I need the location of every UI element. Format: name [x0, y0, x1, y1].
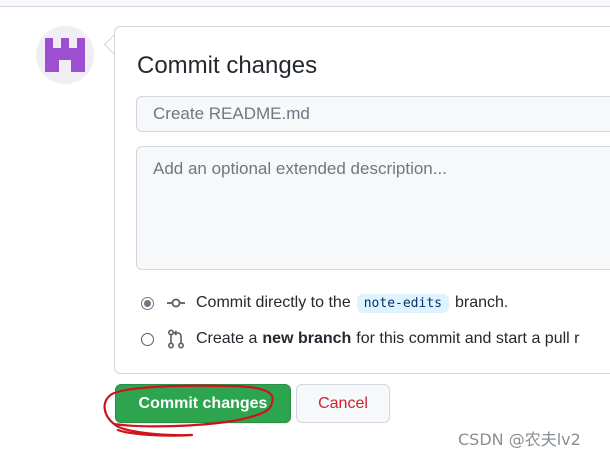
commit-summary-input[interactable]	[136, 96, 610, 132]
previous-section-edge	[0, 0, 610, 7]
commit-description-input[interactable]	[136, 146, 610, 270]
commit-direct-radio[interactable]	[141, 296, 154, 310]
git-commit-icon	[166, 293, 186, 313]
commit-direct-option[interactable]: Commit directly to the note-edits branch…	[141, 291, 508, 315]
new-branch-text-before: Create a	[196, 330, 258, 347]
commit-title: Commit changes	[137, 52, 318, 79]
commit-changes-button[interactable]: Commit changes	[115, 384, 291, 423]
new-branch-text-after: for this commit and start a pull r	[356, 330, 580, 347]
new-branch-option[interactable]: Create a new branch for this commit and …	[141, 327, 579, 351]
commit-direct-text-before: Commit directly to the	[196, 294, 351, 311]
commit-direct-text-after: branch.	[455, 294, 509, 311]
new-branch-radio[interactable]	[141, 332, 154, 346]
git-pull-request-icon	[166, 329, 186, 349]
cancel-button[interactable]: Cancel	[296, 384, 390, 423]
watermark: CSDN @农夫lv2	[458, 430, 581, 449]
branch-name: note-edits	[356, 293, 449, 313]
new-branch-bold: new branch	[262, 330, 352, 347]
avatar[interactable]	[36, 26, 94, 84]
identicon-icon	[45, 38, 85, 72]
